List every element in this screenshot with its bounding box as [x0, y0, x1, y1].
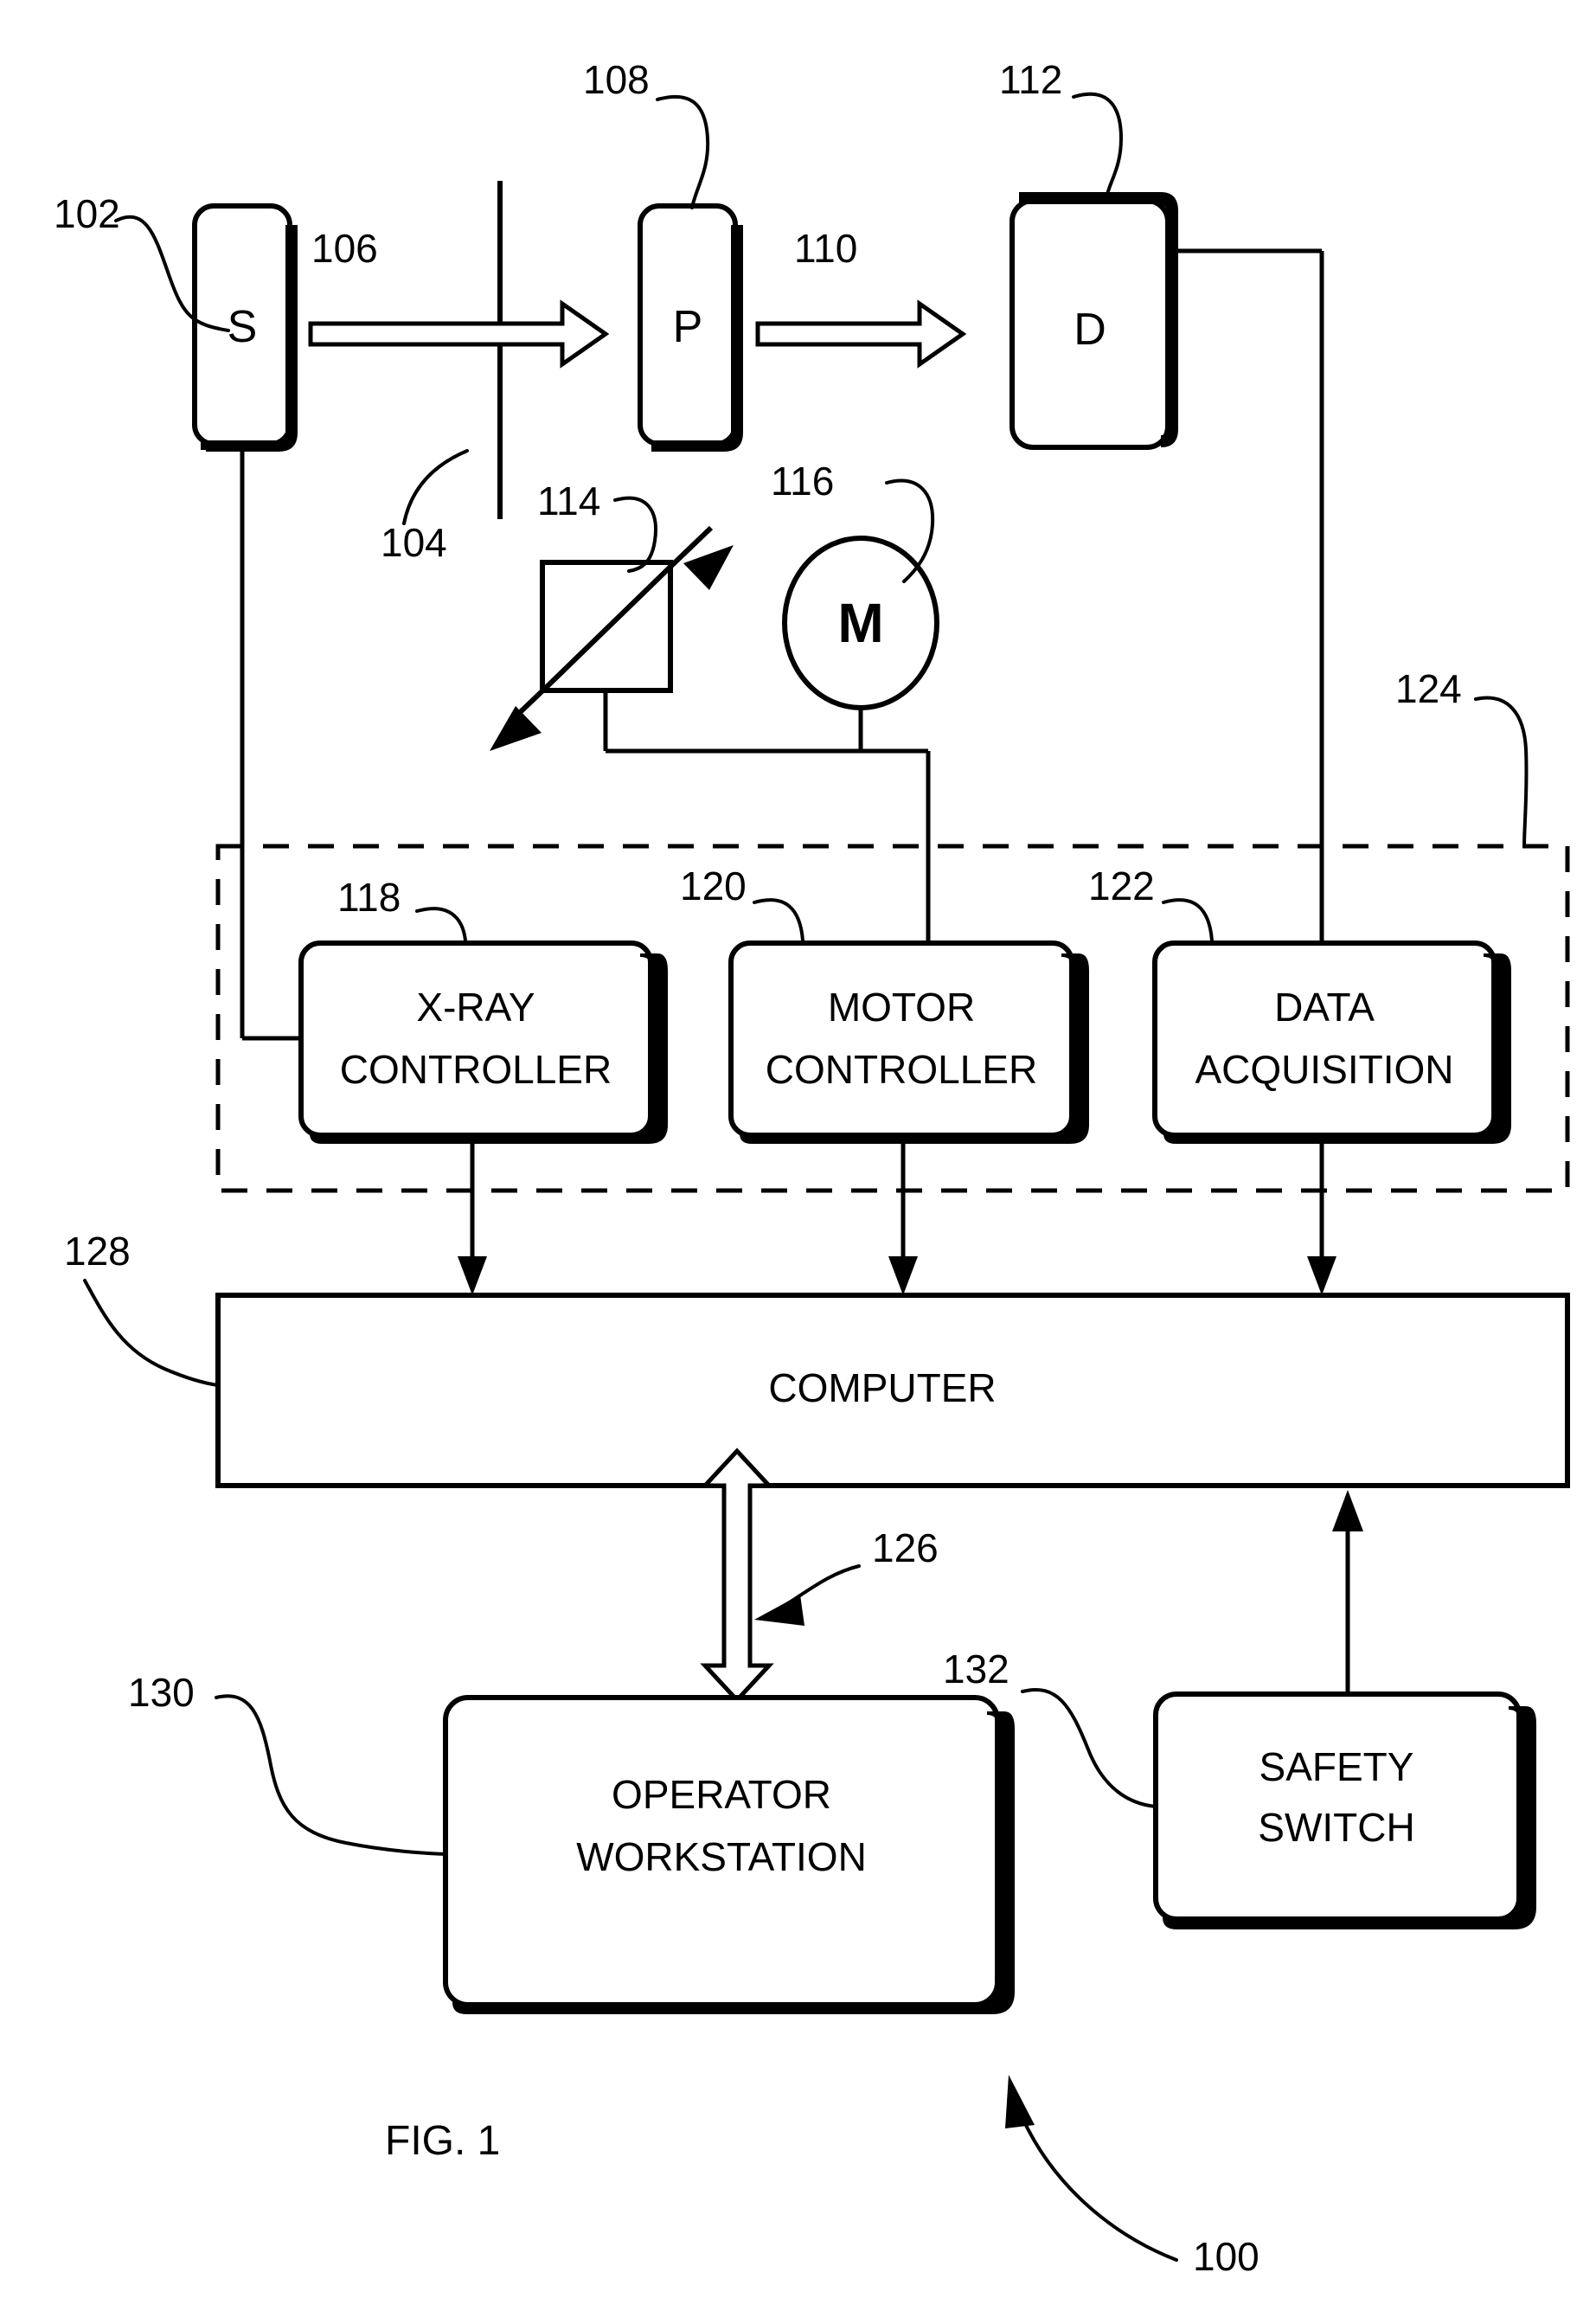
- xray-controller-label-line1: X-RAY: [416, 985, 535, 1030]
- motor-controller-label-line2: CONTROLLER: [766, 1047, 1037, 1092]
- source-label: S: [228, 302, 258, 352]
- incident-beam-arrow: [308, 299, 610, 369]
- safety-switch-label-line2: SWITCH: [1258, 1805, 1414, 1850]
- data-acquisition-label-line2: ACQUISITION: [1195, 1047, 1453, 1092]
- ref-118: 118: [337, 875, 401, 920]
- motor-controller-label-line1: MOTOR: [828, 985, 975, 1030]
- stage-motor-wiring: [603, 690, 931, 943]
- computer-workstation-link-arrow: [700, 1448, 774, 1704]
- system-ref-arrow: [1005, 2075, 1178, 2262]
- transmitted-beam-arrow: [755, 299, 967, 369]
- ref-112: 112: [999, 57, 1062, 102]
- ref-114: 114: [537, 478, 600, 523]
- ref-110: 110: [794, 226, 857, 271]
- data-acquisition-label-line1: DATA: [1274, 985, 1375, 1030]
- detector-wiring: [1168, 248, 1324, 943]
- xray-controller-label-line2: CONTROLLER: [340, 1047, 612, 1092]
- ref-100: 100: [1193, 2234, 1259, 2279]
- data-acquisition-block: [1152, 940, 1511, 1144]
- ref-108: 108: [583, 57, 650, 102]
- patent-figure: S 102 104 106 P 108 110 D 112 114 M 116 …: [0, 0, 1596, 2311]
- ref-106: 106: [311, 226, 378, 271]
- xray-controller-block: [298, 940, 668, 1144]
- controller-to-computer-arrows: [458, 1144, 1336, 1295]
- source-wiring: [240, 452, 307, 1041]
- ref-122: 122: [1088, 863, 1155, 908]
- computer-label: COMPUTER: [768, 1365, 996, 1410]
- detector-label: D: [1074, 305, 1106, 355]
- phantom-label: P: [673, 302, 703, 352]
- safety-switch-to-computer-arrow: [1332, 1490, 1363, 1694]
- ref-132: 132: [943, 1647, 1010, 1692]
- ref-128: 128: [64, 1229, 131, 1274]
- ref-126: 126: [872, 1525, 939, 1570]
- ref-102: 102: [54, 191, 120, 236]
- operator-workstation-label-line2: WORKSTATION: [576, 1834, 867, 1879]
- ref-124: 124: [1395, 666, 1462, 711]
- ref-116: 116: [771, 459, 834, 504]
- motor-controller-block: [728, 940, 1089, 1144]
- operator-workstation-label-line1: OPERATOR: [612, 1772, 831, 1817]
- safety-switch-label-line1: SAFETY: [1259, 1744, 1414, 1789]
- stage-block: [490, 525, 734, 751]
- ref-120: 120: [680, 863, 747, 908]
- figure-caption: FIG. 1: [385, 2118, 500, 2164]
- motor-label: M: [837, 592, 883, 654]
- ref-130: 130: [128, 1670, 195, 1715]
- ref-104: 104: [381, 520, 447, 565]
